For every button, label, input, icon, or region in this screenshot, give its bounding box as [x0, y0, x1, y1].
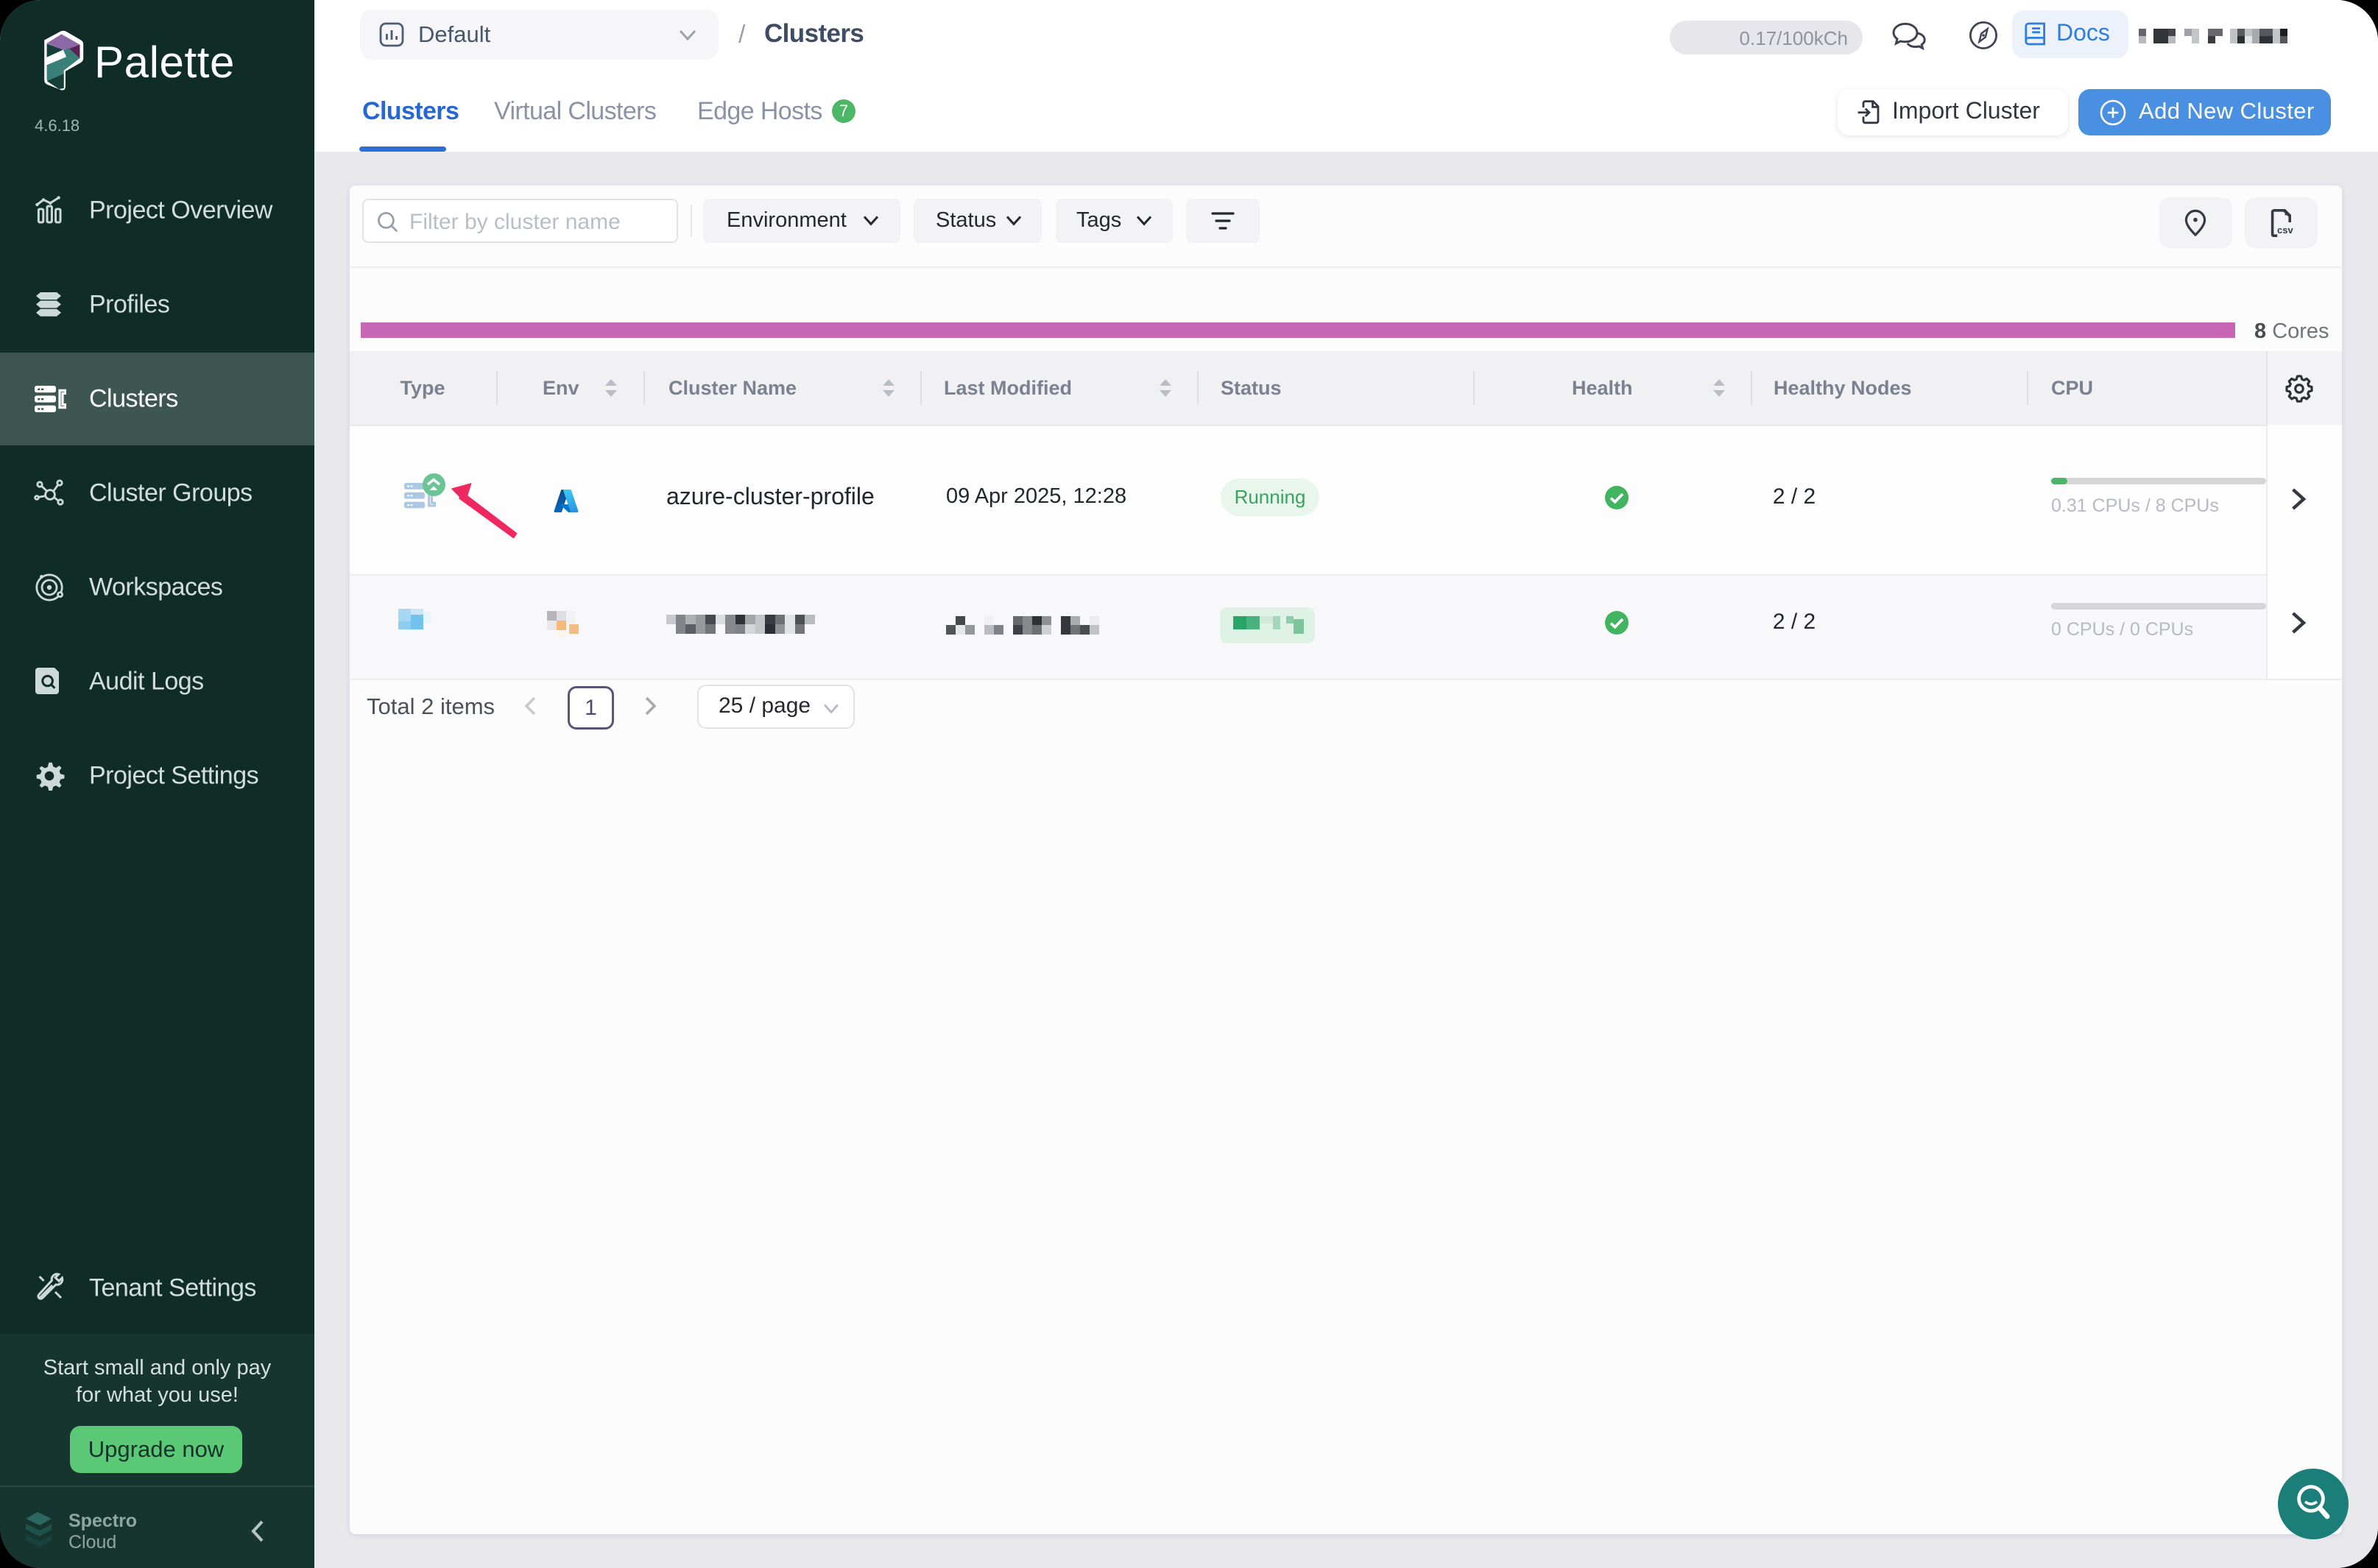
svg-text:csv: csv	[2277, 225, 2293, 236]
